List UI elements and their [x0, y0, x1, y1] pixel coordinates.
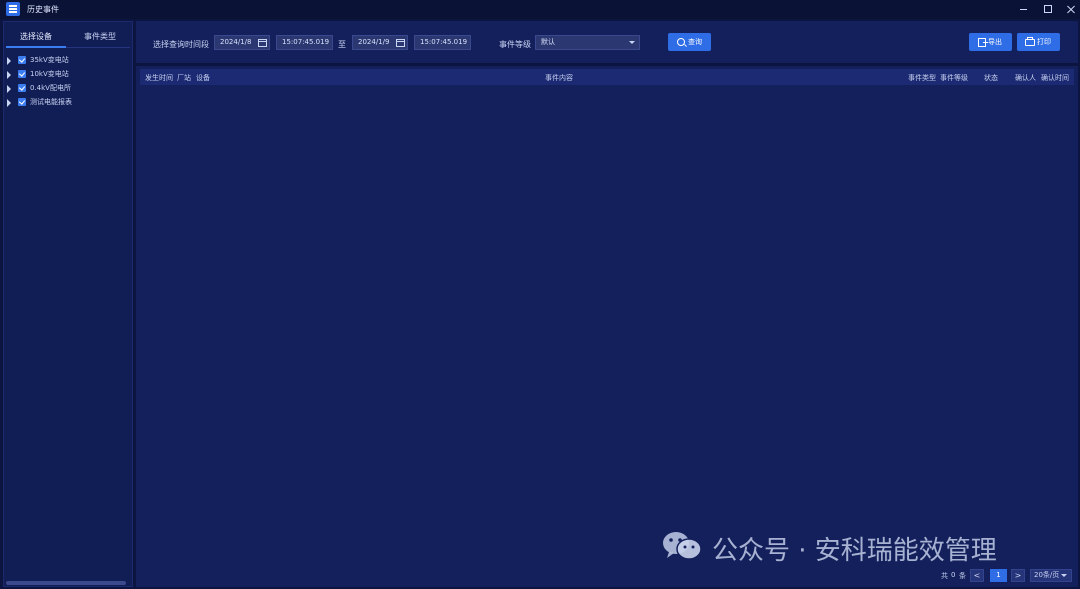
query-button[interactable]: 查询	[668, 33, 711, 51]
close-icon[interactable]	[1063, 2, 1079, 16]
tab-event-type[interactable]: 事件类型	[84, 31, 116, 42]
end-date-picker[interactable]: 2024/1/9	[352, 35, 408, 50]
period-label: 选择查询时间段	[153, 40, 209, 49]
calendar-icon[interactable]	[258, 39, 267, 47]
page-size-value: 20条/页	[1034, 571, 1060, 579]
search-icon	[677, 38, 685, 46]
start-date-value: 2024/1/8	[220, 38, 252, 46]
chevron-left-icon: <	[973, 571, 981, 580]
end-date-value: 2024/1/9	[358, 38, 390, 46]
query-button-label: 查询	[688, 38, 702, 46]
export-button[interactable]: 导出	[969, 33, 1012, 51]
chevron-down-icon	[629, 41, 635, 44]
event-level-value: 默认	[541, 38, 555, 46]
table-body	[140, 85, 1074, 565]
col-event-content[interactable]: 事件内容	[545, 73, 573, 83]
tree-item-label: 0.4kV配电所	[30, 84, 71, 92]
col-event-level[interactable]: 事件等级	[940, 73, 968, 83]
export-button-label: 导出	[988, 38, 1002, 46]
to-label: 至	[338, 40, 346, 49]
expand-arrow-icon[interactable]	[7, 85, 11, 93]
window-title: 历史事件	[27, 5, 59, 14]
start-date-picker[interactable]: 2024/1/8	[214, 35, 270, 50]
start-time-value: 15:07:45.019	[282, 38, 330, 46]
print-button-label: 打印	[1037, 38, 1051, 46]
event-level-label: 事件等级	[499, 40, 531, 49]
app-icon	[6, 2, 20, 16]
checkbox-checked-icon[interactable]	[18, 70, 26, 78]
tab-select-device[interactable]: 选择设备	[20, 31, 52, 42]
tree-item-label: 10kV变电站	[30, 70, 69, 78]
total-prefix: 共	[941, 572, 948, 580]
expand-arrow-icon[interactable]	[7, 57, 11, 65]
calendar-icon[interactable]	[396, 39, 405, 47]
col-occur-time[interactable]: 发生时间	[145, 73, 173, 83]
total-count: 0	[951, 571, 956, 579]
wechat-icon	[663, 532, 702, 560]
horizontal-scrollbar[interactable]	[6, 581, 126, 585]
tree-item-label: 35kV变电站	[30, 56, 69, 64]
checkbox-checked-icon[interactable]	[18, 98, 26, 106]
active-tab-indicator	[6, 46, 66, 48]
tree-item-label: 测试电能报表	[30, 98, 72, 106]
maximize-icon[interactable]	[1040, 2, 1056, 16]
watermark-text: 公众号 · 安科瑞能效管理	[712, 536, 997, 566]
minimize-icon[interactable]	[1016, 2, 1032, 16]
table-header: 发生时间 厂站 设备 事件内容 事件类型 事件等级 状态 确认人 确认时间	[140, 69, 1074, 85]
col-event-type[interactable]: 事件类型	[908, 73, 936, 83]
total-suffix: 条	[959, 572, 966, 580]
query-toolbar: 选择查询时间段 2024/1/8 15:07:45.019 至 2024/1/9…	[136, 21, 1078, 66]
col-device[interactable]: 设备	[196, 73, 210, 83]
col-station[interactable]: 厂站	[177, 73, 191, 83]
print-button[interactable]: 打印	[1017, 33, 1060, 51]
title-bar: 历史事件	[0, 0, 1080, 19]
export-icon	[978, 38, 988, 47]
main-panel: 选择查询时间段 2024/1/8 15:07:45.019 至 2024/1/9…	[136, 21, 1078, 587]
col-status[interactable]: 状态	[984, 73, 998, 83]
prev-page-button[interactable]: <	[970, 569, 984, 582]
event-level-select[interactable]: 默认	[535, 35, 640, 50]
checkbox-checked-icon[interactable]	[18, 84, 26, 92]
chevron-right-icon: >	[1014, 571, 1022, 580]
expand-arrow-icon[interactable]	[7, 99, 11, 107]
col-confirmer[interactable]: 确认人	[1015, 73, 1036, 83]
device-selection-panel: 选择设备 事件类型 35kV变电站 10kV变电站 0.4kV配电所 测试电能报…	[3, 21, 133, 587]
next-page-button[interactable]: >	[1011, 569, 1025, 582]
chevron-down-icon	[1061, 574, 1067, 577]
start-time-field[interactable]: 15:07:45.019	[276, 35, 333, 50]
page-size-select[interactable]: 20条/页	[1030, 569, 1072, 582]
page-button-current[interactable]: 1	[990, 569, 1007, 582]
checkbox-checked-icon[interactable]	[18, 56, 26, 64]
col-confirm-time[interactable]: 确认时间	[1041, 73, 1069, 83]
end-time-value: 15:07:45.019	[420, 38, 468, 46]
printer-icon	[1025, 37, 1035, 46]
expand-arrow-icon[interactable]	[7, 71, 11, 79]
end-time-field[interactable]: 15:07:45.019	[414, 35, 471, 50]
